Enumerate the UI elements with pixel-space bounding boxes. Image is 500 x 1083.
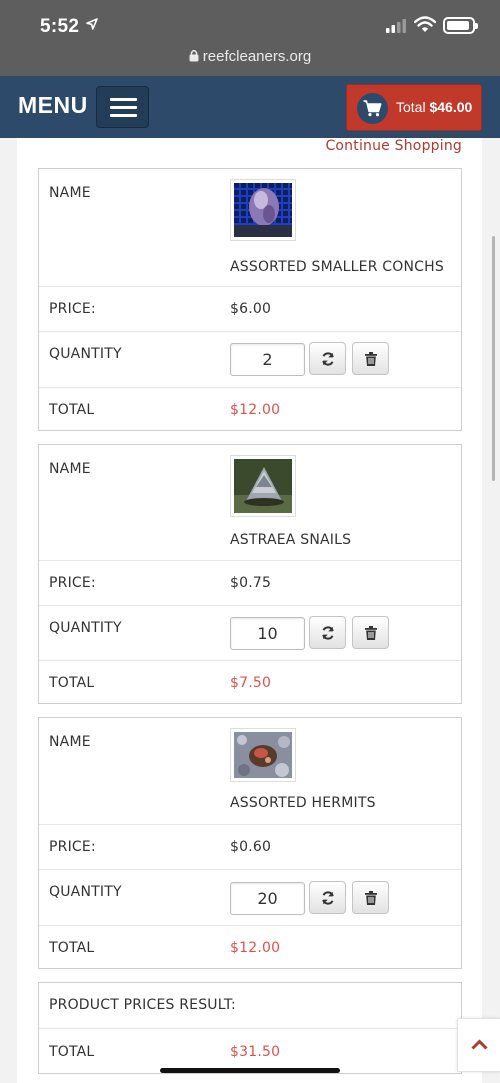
quantity-row: QUANTITY <box>39 869 461 925</box>
cart-item-card: NAME ASTRAEA SNAILS PRICE: $0.75 QUANTIT… <box>38 444 462 704</box>
wifi-icon <box>414 16 436 32</box>
location-arrow-icon <box>86 18 98 30</box>
cart-icon-badge <box>357 93 388 124</box>
name-row: NAME ASSORTED HERMITS <box>39 718 461 824</box>
status-time: 5:52 <box>40 16 80 37</box>
menu-label: MENU <box>18 92 88 118</box>
total-row: TOTAL $7.50 <box>39 660 461 705</box>
price-row: PRICE: $6.00 <box>39 286 461 331</box>
scrollbar[interactable] <box>492 236 495 481</box>
product-thumbnail-conchs[interactable] <box>230 179 296 241</box>
quantity-label: QUANTITY <box>49 884 122 900</box>
name-label: NAME <box>49 461 91 477</box>
home-indicator <box>160 1068 340 1073</box>
battery-icon <box>443 17 478 34</box>
cart-total-button[interactable]: Total $46.00 <box>346 84 482 131</box>
conch-image <box>234 183 292 237</box>
quantity-label: QUANTITY <box>49 346 122 362</box>
product-name: ASTRAEA SNAILS <box>230 532 352 548</box>
total-label: TOTAL <box>49 675 95 691</box>
cart-page: Continue Shopping NAME ASSORTED SMALLER … <box>17 138 482 1083</box>
cart-item-card: NAME ASSORTED SMALLER CONCHS PRICE: $6.0… <box>38 168 462 431</box>
name-label: NAME <box>49 734 91 750</box>
remove-item-button[interactable] <box>352 342 389 375</box>
total-row: TOTAL $12.00 <box>39 925 461 970</box>
refresh-icon <box>321 351 334 366</box>
update-quantity-button[interactable] <box>309 342 346 375</box>
cart-item-card: NAME ASSORTED HERMITS PRICE: $0.60 QUANT… <box>38 717 462 969</box>
remove-item-button[interactable] <box>352 881 389 914</box>
address-bar[interactable]: reefcleaners.org <box>0 48 500 65</box>
trash-icon <box>364 625 377 640</box>
status-bar: 5:52 reefcleaners.org <box>0 0 500 76</box>
product-name: ASSORTED HERMITS <box>230 795 376 811</box>
lock-icon <box>189 49 199 62</box>
refresh-icon <box>321 625 334 640</box>
scroll-to-top-button[interactable] <box>457 1018 500 1072</box>
total-value: $7.50 <box>230 675 272 691</box>
hamburger-icon <box>110 106 137 109</box>
remove-item-button[interactable] <box>352 616 389 649</box>
snail-image <box>234 459 292 513</box>
product-prices-summary: PRODUCT PRICES RESULT: TOTAL $31.50 <box>38 982 462 1074</box>
signal-icon <box>386 19 406 33</box>
url-text: reefcleaners.org <box>202 48 312 65</box>
total-label: TOTAL <box>49 940 95 956</box>
trash-icon <box>364 890 377 905</box>
hamburger-icon <box>110 114 137 117</box>
quantity-row: QUANTITY <box>39 605 461 660</box>
quantity-input[interactable] <box>230 882 305 915</box>
summary-total-label: TOTAL <box>49 1044 95 1060</box>
price-label: PRICE: <box>49 839 96 855</box>
product-thumbnail-astraea-snails[interactable] <box>230 455 296 517</box>
total-value: $12.00 <box>230 940 281 956</box>
product-thumbnail-hermits[interactable] <box>230 728 296 782</box>
price-label: PRICE: <box>49 575 96 591</box>
total-row: TOTAL $12.00 <box>39 387 461 432</box>
price-row: PRICE: $0.60 <box>39 824 461 869</box>
quantity-row: QUANTITY <box>39 331 461 387</box>
cart-total-amount: $46.00 <box>429 99 473 115</box>
update-quantity-button[interactable] <box>309 881 346 914</box>
summary-title-row: PRODUCT PRICES RESULT: <box>39 983 461 1028</box>
hamburger-icon <box>110 98 137 101</box>
update-quantity-button[interactable] <box>309 616 346 649</box>
trash-icon <box>364 351 377 366</box>
name-row: NAME ASSORTED SMALLER CONCHS <box>39 169 461 286</box>
summary-title: PRODUCT PRICES RESULT: <box>49 997 236 1013</box>
total-label: TOTAL <box>49 402 95 418</box>
cart-icon <box>363 100 382 117</box>
cart-label: Total <box>396 99 426 115</box>
price-row: PRICE: $0.75 <box>39 560 461 605</box>
hamburger-menu-button[interactable] <box>96 86 149 128</box>
continue-shopping-link[interactable]: Continue Shopping <box>325 138 462 154</box>
refresh-icon <box>321 890 334 905</box>
site-header: MENU Total $46.00 <box>0 76 500 138</box>
summary-total-value: $31.50 <box>230 1044 281 1060</box>
name-row: NAME ASTRAEA SNAILS <box>39 445 461 560</box>
chevron-up-icon <box>471 1039 488 1050</box>
price-label: PRICE: <box>49 301 96 317</box>
quantity-input[interactable] <box>230 617 305 650</box>
total-value: $12.00 <box>230 402 281 418</box>
hermit-image <box>234 732 292 778</box>
price-value: $6.00 <box>230 301 272 317</box>
product-name: ASSORTED SMALLER CONCHS <box>230 259 444 275</box>
price-value: $0.75 <box>230 575 272 591</box>
quantity-label: QUANTITY <box>49 620 122 636</box>
name-label: NAME <box>49 185 91 201</box>
quantity-input[interactable] <box>230 343 305 376</box>
price-value: $0.60 <box>230 839 272 855</box>
